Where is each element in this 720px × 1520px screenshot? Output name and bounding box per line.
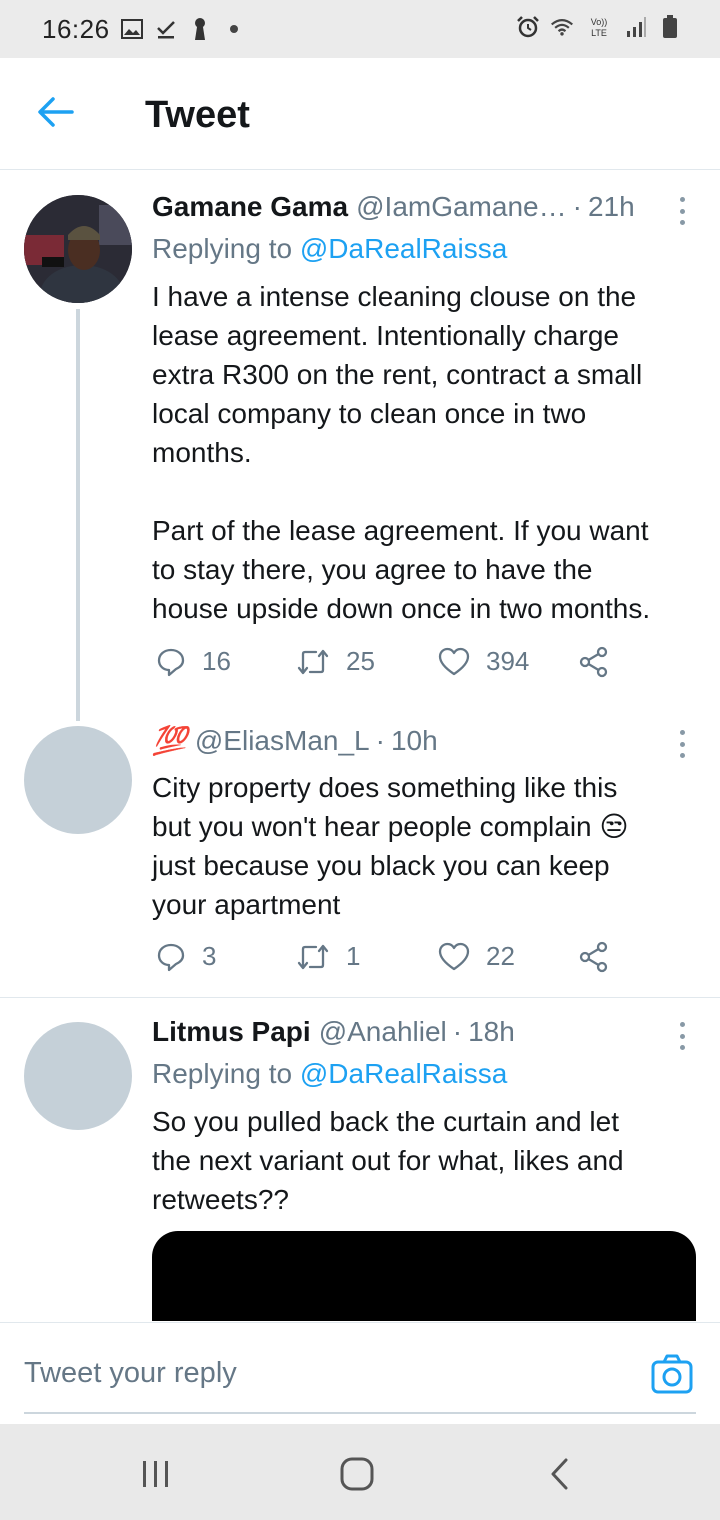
author-name[interactable]: Gamane Gama [152,191,348,223]
tweet-header: Gamane Gama @IamGamane… · 21h [152,191,696,231]
retweet-count: 25 [346,646,375,676]
camera-button[interactable] [650,1353,694,1397]
status-time: 16:26 [42,14,110,44]
share-icon [579,646,608,678]
reply-mention-link[interactable]: @DaRealRaissa [300,1058,507,1089]
dot-icon [222,16,246,42]
reply-button[interactable]: 3 [156,941,216,972]
avatar[interactable] [24,726,132,834]
tweet-3[interactable]: Litmus Papi @Anahliel · 18h Replying to … [0,998,720,1321]
tweet-text: So you pulled back the curtain and let t… [152,1106,624,1215]
like-count: 22 [486,941,515,971]
separator-dot: · [572,191,582,222]
retweet-icon [297,649,329,674]
recent-apps-button[interactable] [136,1454,176,1494]
tweet-text: I have a intense cleaning clouse on the … [152,281,651,624]
tweet-2[interactable]: 💯 @EliasMan_L · 10h City property does s… [0,724,720,998]
more-vertical-icon [679,197,685,202]
tweet-header: 💯 @EliasMan_L · 10h [152,724,696,764]
tweet-media[interactable] [152,1231,696,1321]
reply-count: 16 [202,646,231,676]
avatar[interactable] [24,195,132,303]
replying-to: Replying to @DaRealRaissa [152,233,508,264]
camera-icon [651,1354,693,1394]
tweet-text: City property does something like this b… [152,772,629,920]
heart-icon [438,647,470,675]
home-icon [340,1457,374,1491]
reply-icon [157,648,185,676]
more-vertical-icon [679,1022,685,1027]
like-button[interactable]: 22 [438,941,515,972]
volte-icon: Vo)) LTE [584,14,614,40]
reply-underline [24,1412,696,1414]
page-title: Tweet [145,94,250,136]
more-options-button[interactable] [668,1020,696,1052]
retweet-count: 1 [346,941,361,971]
battery-icon [658,14,682,40]
arrow-left-icon [38,96,74,132]
replying-to: Replying to @DaRealRaissa [152,1058,508,1089]
separator-dot: · [452,1016,463,1047]
back-icon [551,1458,568,1490]
back-button[interactable] [32,94,80,134]
reply-count: 3 [202,941,217,971]
tweet-1[interactable]: Gamane Gama @IamGamane… · 21h Replying t… [0,171,720,726]
author-handle[interactable]: @Anahliel [319,1016,447,1048]
alarm-icon [516,14,540,40]
svg-text:Vo)): Vo)) [591,17,608,27]
reply-input[interactable]: Tweet your reply [24,1357,237,1390]
retweet-button[interactable]: 1 [296,941,360,972]
like-count: 394 [486,646,530,676]
nav-back-button[interactable] [540,1454,580,1494]
tweet-feed[interactable]: Gamane Gama @IamGamane… · 21h Replying t… [0,171,720,1321]
heart-icon [438,942,470,970]
thread-line [76,309,80,721]
avatar[interactable] [24,1022,132,1130]
status-bar: 16:26 Vo)) LTE [0,0,720,58]
author-name[interactable]: Litmus Papi [152,1016,311,1048]
reply-bar: Tweet your reply [0,1322,720,1424]
tweet-time[interactable]: 18h [468,1016,515,1048]
share-button[interactable] [578,646,626,678]
svg-text:LTE: LTE [591,28,607,38]
more-vertical-icon [679,730,685,735]
tweet-time[interactable]: 21h [588,191,635,223]
wifi-icon [550,14,574,40]
share-button[interactable] [578,941,626,973]
retweet-icon [297,944,329,969]
system-nav-bar [0,1424,720,1520]
more-options-button[interactable] [668,195,696,227]
more-options-button[interactable] [668,728,696,760]
author-handle[interactable]: @EliasMan_L [195,725,370,757]
gallery-icon [120,16,144,42]
separator-dot: · [375,725,385,756]
author-handle[interactable]: @IamGamane… [356,191,567,223]
author-name[interactable]: 💯 [152,724,187,757]
reply-icon [157,943,185,971]
reply-button[interactable]: 16 [156,646,231,677]
retweet-button[interactable]: 25 [296,646,375,677]
tweet-time[interactable]: 10h [391,725,438,757]
tweet-header: Litmus Papi @Anahliel · 18h [152,1016,696,1056]
share-icon [579,941,608,973]
signal-icon [624,14,648,40]
recent-apps-icon [143,1461,168,1487]
top-header: Tweet [0,58,720,170]
check-download-icon [154,16,178,42]
reply-mention-link[interactable]: @DaRealRaissa [300,233,507,264]
home-button[interactable] [337,1454,377,1494]
keyhole-icon [188,16,212,42]
like-button[interactable]: 394 [438,646,529,677]
